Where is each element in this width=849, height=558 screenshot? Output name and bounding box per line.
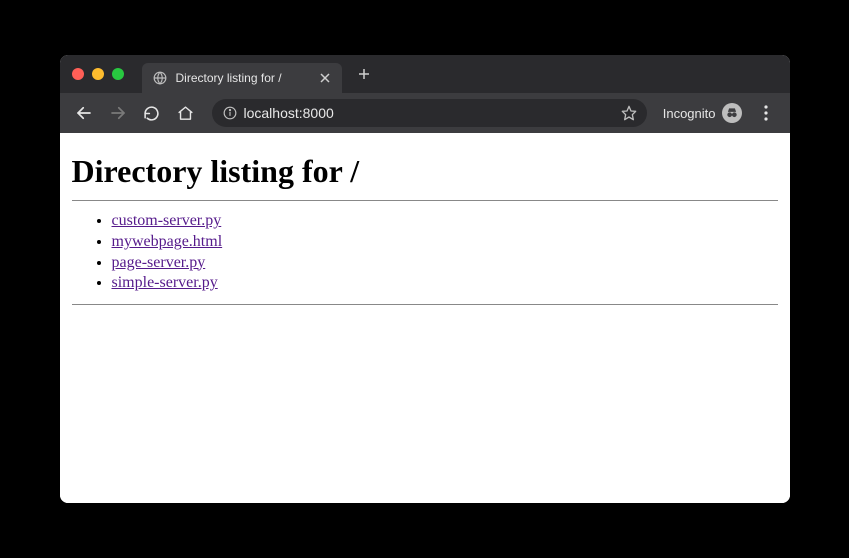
globe-icon <box>152 70 168 86</box>
page-content: Directory listing for / custom-server.py… <box>60 133 790 503</box>
toolbar: Incognito <box>60 93 790 133</box>
site-info-icon[interactable] <box>222 105 238 121</box>
menu-button[interactable] <box>752 99 780 127</box>
divider <box>72 200 778 201</box>
file-list: custom-server.py mywebpage.html page-ser… <box>72 211 778 294</box>
list-item: mywebpage.html <box>112 232 778 253</box>
incognito-label: Incognito <box>663 106 716 121</box>
reload-button[interactable] <box>138 99 166 127</box>
address-bar[interactable] <box>212 99 647 127</box>
list-item: custom-server.py <box>112 211 778 232</box>
file-link[interactable]: mywebpage.html <box>112 233 223 250</box>
titlebar: Directory listing for / <box>60 55 790 93</box>
tab-title: Directory listing for / <box>176 71 310 85</box>
incognito-icon <box>722 103 742 123</box>
divider <box>72 304 778 305</box>
page-heading: Directory listing for / <box>72 153 778 190</box>
list-item: page-server.py <box>112 253 778 274</box>
browser-window: Directory listing for / <box>60 55 790 503</box>
file-link[interactable]: custom-server.py <box>112 212 222 229</box>
tab-close-button[interactable] <box>318 71 332 85</box>
back-button[interactable] <box>70 99 98 127</box>
list-item: simple-server.py <box>112 273 778 294</box>
new-tab-button[interactable] <box>352 62 376 86</box>
window-minimize-button[interactable] <box>92 68 104 80</box>
incognito-indicator[interactable]: Incognito <box>659 103 746 123</box>
url-input[interactable] <box>244 105 615 121</box>
browser-tab[interactable]: Directory listing for / <box>142 63 342 93</box>
file-link[interactable]: simple-server.py <box>112 274 218 291</box>
home-button[interactable] <box>172 99 200 127</box>
traffic-lights <box>72 68 124 80</box>
window-maximize-button[interactable] <box>112 68 124 80</box>
bookmark-icon[interactable] <box>621 105 637 121</box>
window-close-button[interactable] <box>72 68 84 80</box>
file-link[interactable]: page-server.py <box>112 254 206 271</box>
forward-button[interactable] <box>104 99 132 127</box>
